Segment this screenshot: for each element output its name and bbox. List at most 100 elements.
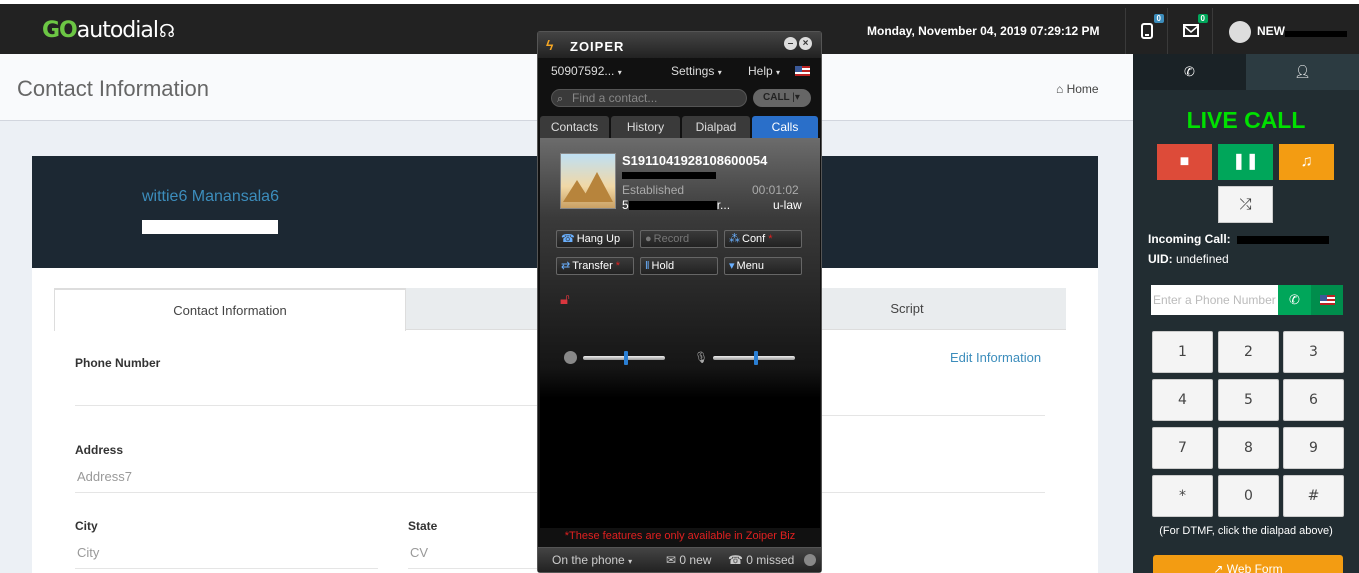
uid-info: UID: undefined	[1148, 252, 1229, 266]
hang-up-button[interactable]: ☎ Hang Up	[556, 230, 634, 248]
dialpad-key[interactable]: 4	[1152, 379, 1213, 421]
divider	[408, 568, 545, 569]
menu-button[interactable]: ▾ Menu	[724, 257, 802, 275]
headset-icon: ☊	[158, 21, 175, 42]
mail-icon[interactable]: 0	[1180, 14, 1208, 42]
state-label: State	[408, 519, 438, 533]
pause-icon: ‖	[645, 260, 650, 272]
pause-call-button[interactable]: ❚❚	[1218, 144, 1273, 180]
pause-icon: ❚❚	[1232, 153, 1259, 170]
dialpad-key[interactable]: 8	[1218, 427, 1279, 469]
phone-icon: ✆	[1184, 64, 1195, 79]
zoiper-logo-icon: ϟ	[546, 37, 554, 53]
transfer-call-button[interactable]: ⤮	[1218, 186, 1273, 223]
tab-dialpad[interactable]: Dialpad	[682, 116, 750, 138]
status-icon[interactable]	[804, 554, 816, 566]
dialpad-key[interactable]: 0	[1218, 475, 1279, 517]
active-call-panel: S1911041928108600054 Established 00:01:0…	[540, 138, 820, 528]
dialpad-key[interactable]: 9	[1283, 427, 1344, 469]
music-button[interactable]: ♫	[1279, 144, 1334, 180]
mail-badge: 0	[1197, 14, 1208, 23]
call-button[interactable]: CALL |▾	[753, 89, 811, 107]
close-icon[interactable]: ×	[799, 37, 812, 50]
record-button[interactable]: ● Record	[640, 230, 718, 248]
dialpad-key[interactable]: 6	[1283, 379, 1344, 421]
zoiper-statusbar: On the phone ▾ ✉ 0 new ☎ 0 missed	[538, 547, 821, 572]
country-selector[interactable]	[1311, 285, 1343, 315]
address-field[interactable]: Address7	[77, 469, 132, 484]
hangup-call-button[interactable]: ■	[1157, 144, 1212, 180]
live-call-label: LIVE CALL	[1186, 107, 1306, 133]
user-name[interactable]: NEW	[1257, 24, 1285, 38]
zoiper-titlebar[interactable]: ϟ ZOIPER – ×	[538, 32, 821, 58]
breadcrumb-home[interactable]: ⌂ Home	[1056, 82, 1099, 96]
search-icon: ⌕	[557, 93, 564, 105]
dialpad-key[interactable]: #	[1283, 475, 1344, 517]
divider	[822, 492, 1045, 493]
messages-indicator[interactable]: ✉ 0 new	[666, 553, 711, 567]
phone-badge: 0	[1153, 14, 1164, 23]
dialpad-key[interactable]: *	[1152, 475, 1213, 517]
sidebar-tab-user[interactable]: 👤︎	[1246, 54, 1359, 90]
help-menu[interactable]: Help ▾	[748, 64, 780, 78]
conference-icon: ⁂	[729, 233, 740, 245]
user-icon: 👤︎	[1294, 64, 1311, 79]
dialpad-key[interactable]: 7	[1152, 427, 1213, 469]
dial-button[interactable]: ✆	[1278, 285, 1311, 315]
us-flag-icon[interactable]	[795, 66, 810, 76]
edit-information-link[interactable]: Edit Information	[950, 350, 1041, 365]
settings-menu[interactable]: Settings ▾	[671, 64, 722, 78]
hold-button[interactable]: ‖ Hold	[640, 257, 718, 275]
phone-notifications-icon[interactable]: 0	[1136, 14, 1164, 42]
us-flag-icon	[1320, 295, 1335, 305]
contact-search-input[interactable]: ⌕ Find a contact...	[551, 89, 747, 107]
transfer-icon: ⇄	[561, 260, 571, 272]
chevron-down-icon: ▾	[617, 68, 622, 77]
speaker-volume-slider[interactable]	[564, 348, 674, 368]
redaction	[622, 172, 716, 179]
minimize-icon[interactable]: –	[784, 37, 797, 50]
sidebar-tab-phone[interactable]: ✆	[1133, 54, 1246, 90]
contact-name: wittie6 Manansala6	[142, 188, 279, 205]
presence-selector[interactable]: On the phone ▾	[552, 553, 632, 567]
state-field[interactable]: CV	[410, 545, 428, 560]
home-icon: ⌂	[1056, 82, 1064, 96]
hang-up-icon: ☎	[561, 233, 575, 245]
user-avatar[interactable]	[1229, 21, 1251, 43]
chevron-down-icon: ▾	[729, 260, 735, 272]
tab-script[interactable]: Script	[812, 288, 1002, 330]
external-link-icon: ↗	[1213, 562, 1224, 573]
message-icon: ✉	[666, 553, 677, 567]
divider	[75, 492, 545, 493]
missed-calls-indicator[interactable]: ☎ 0 missed	[728, 553, 794, 567]
caller-photo	[560, 153, 616, 209]
microphone-icon: 🎙︎	[694, 352, 708, 364]
mic-volume-slider[interactable]: 🎙︎	[694, 348, 804, 368]
tab-history[interactable]: History	[611, 116, 680, 138]
phone-number-input[interactable]: Enter a Phone Number	[1151, 285, 1278, 315]
call-codec: u-law	[773, 198, 802, 212]
dialpad-key[interactable]: 5	[1218, 379, 1279, 421]
phone-number-value	[76, 376, 206, 390]
current-datetime: Monday, November 04, 2019 07:29:12 PM	[867, 24, 1100, 38]
city-field[interactable]: City	[77, 545, 99, 560]
unlock-icon: 🔓︎	[560, 291, 570, 308]
call-duration: 00:01:02	[752, 183, 799, 197]
call-status: Established	[622, 183, 685, 197]
dialpad-key[interactable]: 1	[1152, 331, 1213, 373]
tab-contact-information[interactable]: Contact Information	[54, 288, 406, 331]
web-form-button[interactable]: ↗ Web Form	[1153, 555, 1343, 573]
zoiper-softphone-window[interactable]: ϟ ZOIPER – × 50907592... ▾ Settings ▾ He…	[537, 31, 822, 573]
account-selector[interactable]: 50907592... ▾	[551, 64, 622, 78]
transfer-button[interactable]: ⇄ Transfer *	[556, 257, 634, 275]
tab-calls[interactable]: Calls	[752, 116, 818, 138]
phone-number-label: Phone Number	[75, 356, 161, 370]
page-title: Contact Information	[17, 76, 209, 101]
dialpad-key[interactable]: 2	[1218, 331, 1279, 373]
tab-contacts[interactable]: Contacts	[540, 116, 609, 138]
goautodial-logo[interactable]: GOautodial☊	[42, 18, 175, 43]
conference-button[interactable]: ⁂ Conf *	[724, 230, 802, 248]
phone-icon: ✆	[1289, 292, 1300, 307]
call-number: 5 r...	[622, 198, 731, 212]
dialpad-key[interactable]: 3	[1283, 331, 1344, 373]
